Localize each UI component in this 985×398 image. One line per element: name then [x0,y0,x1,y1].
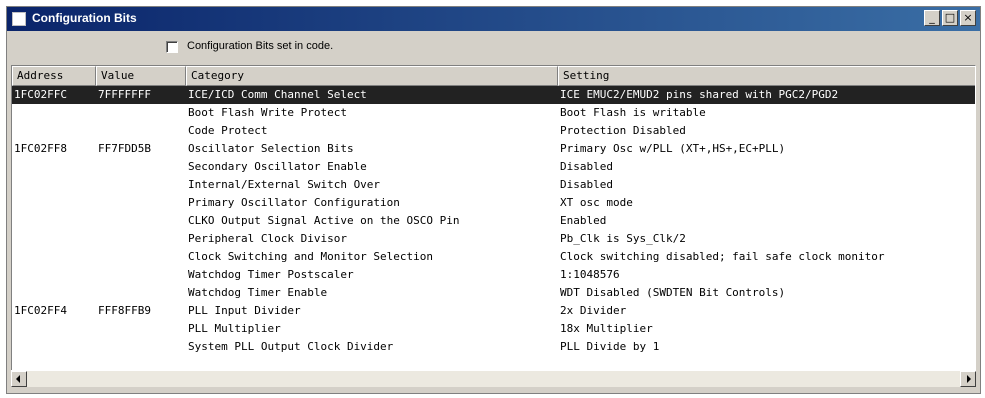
table-row[interactable]: System PLL Output Clock Divider PLL Divid… [12,338,975,356]
table-row[interactable]: Watchdog Timer Postscaler 1:1048576 [12,266,975,284]
cell-category: Watchdog Timer Postscaler [188,268,354,281]
table-body: 1FC02FFC 7FFFFFFF ICE/ICD Comm Channel Sel… [12,86,975,356]
configuration-bits-window: Configuration Bits _ □ × Configuration B… [6,6,981,394]
cell-setting: 1:1048576 [560,268,620,281]
cell-setting: Clock switching disabled; fail safe cloc… [560,250,885,263]
table-row[interactable]: Watchdog Timer Enable WDT Disabled (SWDTE… [12,284,975,302]
horizontal-scrollbar[interactable] [11,370,976,387]
cell-value [96,338,180,356]
cell-address [12,248,96,266]
table-row[interactable]: Peripheral Clock Divisor Pb_Clk is Sys_Cl… [12,230,975,248]
cell-category: Secondary Oscillator Enable [188,160,367,173]
cell-setting: ICE EMUC2/EMUD2 pins shared with PGC2/PG… [560,88,839,101]
cell-address: 1FC02FFC [14,88,67,101]
cell-setting: Disabled [560,178,613,191]
table-row[interactable]: Code Protect Protection Disabled [12,122,975,140]
cell-value [96,266,180,284]
column-header-value[interactable]: Value [96,66,186,86]
cell-address [12,122,96,140]
scroll-left-button[interactable] [11,371,27,387]
cell-category: CLKO Output Signal Active on the OSCO Pi… [188,214,460,227]
cell-setting: 18x Multiplier [560,322,653,335]
cell-address [12,320,96,338]
cell-setting: Primary Osc w/PLL (XT+,HS+,EC+PLL) [560,142,786,155]
cell-address [12,104,96,122]
arrow-left-icon [16,375,20,383]
config-bits-set-in-code-label[interactable]: Configuration Bits set in code. [187,40,333,52]
cell-value [96,194,180,212]
cell-category: Internal/External Switch Over [188,178,381,191]
table-row[interactable]: PLL Multiplier 18x Multiplier [12,320,975,338]
cell-address [12,212,96,230]
table-row[interactable]: Primary Oscillator Configuration XT osc m… [12,194,975,212]
cell-category: Watchdog Timer Enable [188,286,328,299]
cell-category: Peripheral Clock Divisor [188,232,347,245]
cell-setting: WDT Disabled (SWDTEN Bit Controls) [560,286,786,299]
column-header-row: Address Value Category Setting [12,66,975,86]
column-header-address[interactable]: Address [12,66,96,86]
config-bits-list: Address Value Category Setting 1FC02FFC 7… [11,65,976,375]
cell-value [96,122,180,140]
config-bits-set-in-code-checkbox[interactable] [166,41,178,53]
cell-setting: Pb_Clk is Sys_Clk/2 [560,232,686,245]
cell-value [96,104,180,122]
cell-address [12,176,96,194]
cell-address [12,194,96,212]
table-row[interactable]: Secondary Oscillator Enable Disabled [12,158,975,176]
table-row[interactable]: 1FC02FF4 FFF8FFB9 PLL Input Divider 2x Divi… [12,302,975,320]
cell-value: FF7FDD5B [98,142,151,155]
cell-value [96,248,180,266]
minimize-button[interactable]: _ [924,10,940,26]
cell-address [12,158,96,176]
cell-value: FFF8FFB9 [98,304,151,317]
cell-setting: XT osc mode [560,196,633,209]
cell-address [12,266,96,284]
cell-address: 1FC02FF8 [14,142,67,155]
column-header-category[interactable]: Category [186,66,558,86]
cell-category: Clock Switching and Monitor Selection [188,250,434,263]
cell-setting: Disabled [560,160,613,173]
cell-category: Primary Oscillator Configuration [188,196,400,209]
cell-category: System PLL Output Clock Divider [188,340,394,353]
cell-value [96,158,180,176]
cell-setting: 2x Divider [560,304,627,317]
cell-address [12,230,96,248]
table-row[interactable]: Clock Switching and Monitor Selection Clo… [12,248,975,266]
table-row[interactable]: CLKO Output Signal Active on the OSCO Pi… [12,212,975,230]
cell-value [96,284,180,302]
table-row[interactable]: 1FC02FFC 7FFFFFFF ICE/ICD Comm Channel Sel… [12,86,975,104]
cell-setting: PLL Divide by 1 [560,340,660,353]
close-button[interactable]: × [960,10,976,26]
cell-value [96,230,180,248]
scroll-right-button[interactable] [960,371,976,387]
cell-value [96,176,180,194]
cell-category: Code Protect [188,124,268,137]
cell-value: 7FFFFFFF [98,88,151,101]
title-bar[interactable]: Configuration Bits _ □ × [7,7,980,31]
cell-category: Boot Flash Write Protect [188,106,347,119]
toolbar: Configuration Bits set in code. [7,31,980,65]
cell-setting: Enabled [560,214,607,227]
cell-setting: Boot Flash is writable [560,106,706,119]
arrow-right-icon [967,375,971,383]
window-controls: _ □ × [924,10,976,26]
cell-category: ICE/ICD Comm Channel Select [188,88,367,101]
cell-address [12,284,96,302]
window-title: Configuration Bits [32,11,137,25]
cell-category: PLL Input Divider [188,304,301,317]
cell-category: Oscillator Selection Bits [188,142,354,155]
table-row[interactable]: Boot Flash Write Protect Boot Flash is wr… [12,104,975,122]
table-row[interactable]: Internal/External Switch Over Disabled [12,176,975,194]
column-header-setting[interactable]: Setting [558,66,975,86]
cell-address: 1FC02FF4 [14,304,67,317]
cell-value [96,212,180,230]
cell-value [96,320,180,338]
cell-category: PLL Multiplier [188,322,281,335]
window-icon [12,12,26,26]
cell-setting: Protection Disabled [560,124,686,137]
cell-address [12,338,96,356]
maximize-button[interactable]: □ [942,10,958,26]
table-row[interactable]: 1FC02FF8 FF7FDD5B Oscillator Selection Bit… [12,140,975,158]
